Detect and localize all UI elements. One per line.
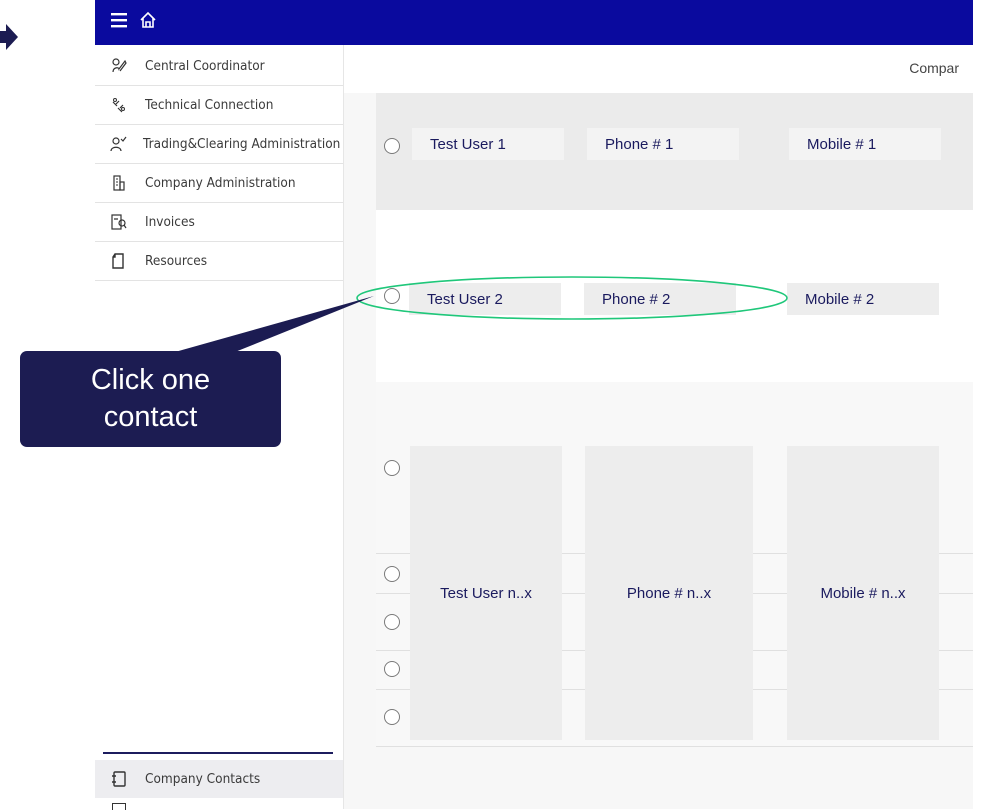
highlight-ellipse bbox=[356, 276, 788, 320]
callout-pointer bbox=[175, 296, 374, 352]
callout-box: Click one contact bbox=[20, 351, 281, 447]
callout-line: Click one bbox=[90, 364, 211, 396]
callout-line: contact bbox=[103, 401, 198, 433]
